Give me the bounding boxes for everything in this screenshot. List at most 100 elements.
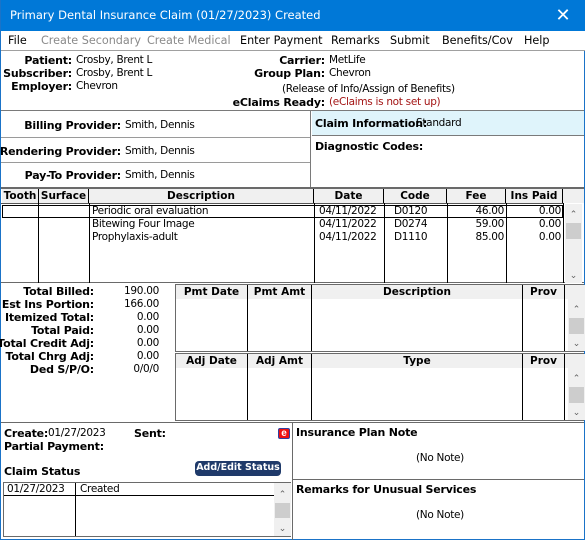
col-pmt-description[interactable]: Description bbox=[312, 285, 523, 299]
status-row-date: 01/27/2023 bbox=[7, 483, 65, 495]
eclaims-icon[interactable]: e bbox=[278, 428, 290, 439]
insurance-plan-note[interactable]: Insurance Plan Note (No Note) bbox=[293, 422, 584, 480]
col-adj-amt[interactable]: Adj Amt bbox=[248, 354, 312, 368]
est-ins-portion-label: Est Ins Portion: bbox=[1, 298, 94, 311]
col-surface[interactable]: Surface bbox=[39, 189, 89, 203]
payto-provider-row: Pay-To Provider: Smith, Dennis bbox=[1, 163, 310, 187]
row-description: Bitewing Four Image bbox=[92, 218, 195, 230]
row-date: 04/11/2022 bbox=[319, 218, 377, 230]
menu-create-medical[interactable]: Create Medical bbox=[147, 34, 231, 47]
adjustments-scrollbar[interactable]: ⌃ ⌄ bbox=[568, 368, 585, 420]
grid-line bbox=[564, 299, 565, 351]
scroll-down-icon[interactable]: ⌄ bbox=[274, 520, 291, 536]
claim-status-label: Claim Status bbox=[4, 465, 81, 478]
window-title: Primary Dental Insurance Claim (01/27/20… bbox=[10, 8, 321, 22]
billing-provider-row: Billing Provider: Smith, Dennis bbox=[1, 111, 310, 138]
scroll-down-icon[interactable]: ⌄ bbox=[568, 404, 585, 420]
col-pmt-date[interactable]: Pmt Date bbox=[176, 285, 248, 299]
grid-line bbox=[311, 368, 312, 420]
payments-grid: Pmt Date Pmt Amt Description Prov ⌃ ⌄ bbox=[175, 284, 585, 352]
menu-help[interactable]: Help bbox=[524, 34, 550, 47]
title-bar: Primary Dental Insurance Claim (01/27/20… bbox=[1, 0, 585, 31]
total-paid-label: Total Paid: bbox=[31, 324, 94, 337]
col-adj-prov[interactable]: Prov bbox=[523, 354, 565, 368]
provider-section: Billing Provider: Smith, Dennis Renderin… bbox=[0, 111, 311, 187]
col-adj-type[interactable]: Type bbox=[312, 354, 523, 368]
menu-enter-payment[interactable]: Enter Payment bbox=[240, 34, 323, 47]
claim-window: Primary Dental Insurance Claim (01/27/20… bbox=[0, 0, 585, 540]
procedures-scrollbar[interactable]: ⌃ ⌄ bbox=[565, 204, 582, 283]
row-date: 04/11/2022 bbox=[319, 205, 377, 217]
col-date[interactable]: Date bbox=[314, 189, 384, 203]
est-ins-portion-value: 166.00 bbox=[124, 298, 159, 310]
totals-panel: Total Billed: 190.00 Est Ins Portion: 16… bbox=[0, 284, 175, 420]
grid-line bbox=[311, 299, 312, 351]
grid-line bbox=[522, 299, 523, 351]
scroll-thumb[interactable] bbox=[566, 223, 581, 239]
col-tooth[interactable]: Tooth bbox=[2, 189, 39, 203]
status-scrollbar[interactable]: ⌃ ⌄ bbox=[274, 483, 291, 536]
patient-value: Crosby, Brent L bbox=[76, 54, 153, 66]
table-row[interactable]: 01/27/2023 Created bbox=[4, 483, 274, 496]
grid-line bbox=[75, 483, 76, 536]
adjustments-grid: Adj Date Adj Amt Type Prov ⌃ ⌄ bbox=[175, 353, 585, 421]
payto-provider-value[interactable]: Smith, Dennis bbox=[125, 169, 195, 181]
group-plan-value: Chevron bbox=[329, 67, 371, 79]
col-ins-paid[interactable]: Ins Paid bbox=[506, 189, 563, 203]
scroll-down-icon[interactable]: ⌄ bbox=[568, 335, 585, 351]
partial-payment-label: Partial Payment: bbox=[4, 440, 104, 453]
claim-information-label: Claim Information: bbox=[315, 117, 428, 130]
carrier-value: MetLife bbox=[329, 54, 366, 66]
grid-line bbox=[522, 368, 523, 420]
row-fee: 85.00 bbox=[475, 231, 504, 243]
status-panel: Create: 01/27/2023 Sent: e Partial Payme… bbox=[1, 422, 293, 540]
total-chrg-adj-label: Total Chrg Adj: bbox=[5, 350, 95, 363]
scroll-up-icon[interactable]: ⌃ bbox=[568, 301, 585, 317]
diagnostic-codes-label: Diagnostic Codes: bbox=[315, 140, 424, 153]
col-adj-date[interactable]: Adj Date bbox=[176, 354, 248, 368]
claim-information-value: Standard bbox=[416, 117, 462, 129]
col-fee[interactable]: Fee bbox=[447, 189, 506, 203]
remarks-value: (No Note) bbox=[416, 509, 464, 521]
close-icon[interactable]: ✕ bbox=[540, 0, 585, 31]
billing-provider-label: Billing Provider: bbox=[24, 119, 121, 132]
rendering-provider-value[interactable]: Smith, Dennis bbox=[125, 145, 195, 157]
payments-scrollbar[interactable]: ⌃ ⌄ bbox=[568, 299, 585, 351]
subscriber-label: Subscriber: bbox=[3, 67, 72, 80]
create-label: Create: bbox=[4, 427, 49, 440]
col-spacer bbox=[563, 189, 584, 203]
add-edit-status-button[interactable]: Add/Edit Status bbox=[195, 461, 281, 476]
scroll-thumb[interactable] bbox=[275, 503, 290, 518]
col-pmt-amt[interactable]: Pmt Amt bbox=[248, 285, 312, 299]
menu-benefits-cov[interactable]: Benefits/Cov bbox=[442, 34, 513, 47]
scroll-down-icon[interactable]: ⌄ bbox=[565, 267, 582, 283]
remarks-unusual-services[interactable]: Remarks for Unusual Services (No Note) bbox=[293, 481, 584, 540]
col-pmt-prov[interactable]: Prov bbox=[523, 285, 565, 299]
status-row-status: Created bbox=[80, 483, 120, 495]
col-spacer bbox=[565, 354, 585, 368]
carrier-label: Carrier: bbox=[279, 54, 325, 67]
employer-value: Chevron bbox=[76, 80, 118, 92]
billing-provider-value[interactable]: Smith, Dennis bbox=[125, 119, 195, 131]
scroll-thumb[interactable] bbox=[569, 318, 584, 334]
scroll-up-icon[interactable]: ⌃ bbox=[274, 486, 291, 502]
menu-file[interactable]: File bbox=[8, 34, 27, 47]
eclaims-ready-label: eClaims Ready: bbox=[232, 96, 326, 109]
claim-information-row[interactable]: Claim Information: Standard bbox=[312, 111, 584, 136]
col-description[interactable]: Description bbox=[89, 189, 314, 203]
diagnostic-codes-area[interactable]: Diagnostic Codes: bbox=[312, 137, 584, 187]
rendering-provider-label: Rendering Provider: bbox=[0, 145, 121, 158]
menu-submit[interactable]: Submit bbox=[390, 34, 430, 47]
col-spacer bbox=[565, 285, 585, 299]
employer-label: Employer: bbox=[11, 80, 72, 93]
subscriber-value: Crosby, Brent L bbox=[76, 67, 153, 79]
scroll-up-icon[interactable]: ⌃ bbox=[565, 206, 582, 222]
scroll-thumb[interactable] bbox=[569, 387, 584, 403]
menu-create-secondary[interactable]: Create Secondary bbox=[41, 34, 141, 47]
release-note: (Release of Info/Assign of Benefits) bbox=[282, 83, 455, 95]
menu-bar: File Create Secondary Create Medical Ent… bbox=[1, 31, 585, 51]
scroll-up-icon[interactable]: ⌃ bbox=[568, 370, 585, 386]
menu-remarks[interactable]: Remarks bbox=[331, 34, 380, 47]
col-code[interactable]: Code bbox=[384, 189, 447, 203]
row-code: D0120 bbox=[394, 205, 428, 217]
